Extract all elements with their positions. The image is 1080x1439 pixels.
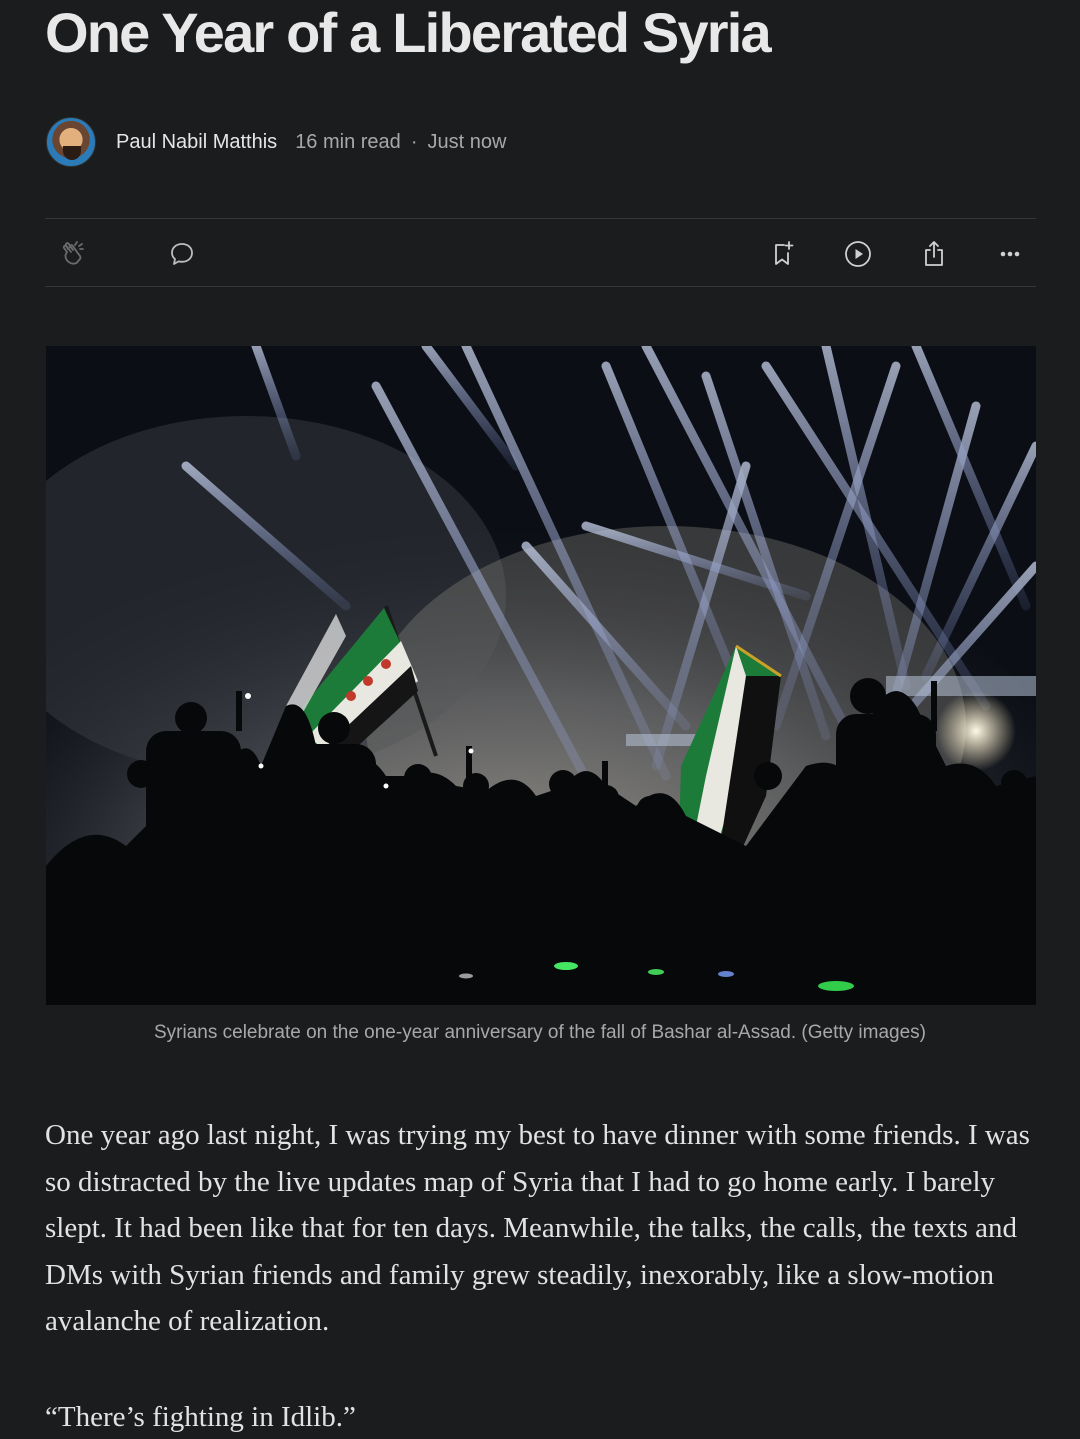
publish-time: Just now bbox=[427, 130, 507, 153]
article-quote: “There’s fighting in Idlib.” bbox=[45, 1401, 356, 1433]
article-title: One Year of a Liberated Syria bbox=[45, 1, 772, 64]
clap-button[interactable] bbox=[53, 234, 93, 274]
article-paragraph: One year ago last night, I was trying my… bbox=[45, 1119, 1030, 1338]
play-icon bbox=[845, 241, 871, 267]
share-button[interactable] bbox=[914, 234, 954, 274]
share-icon bbox=[925, 241, 943, 266]
meta-separator: · bbox=[410, 130, 418, 153]
divider-top bbox=[45, 218, 1036, 219]
divider-bottom bbox=[45, 286, 1036, 287]
hero-image bbox=[46, 346, 1036, 1005]
author-name[interactable]: Paul Nabil Matthis bbox=[116, 131, 277, 154]
article-page: One Year of a Liberated Syria Paul Nabil… bbox=[0, 0, 1080, 1439]
article-action-bar bbox=[45, 220, 1036, 286]
read-time: 16 min read bbox=[295, 130, 401, 153]
comment-icon bbox=[171, 243, 193, 265]
clap-icon bbox=[62, 241, 84, 265]
bookmark-add-icon bbox=[775, 241, 794, 265]
author-avatar[interactable] bbox=[46, 117, 96, 167]
listen-button[interactable] bbox=[838, 234, 878, 274]
celebration-photo bbox=[46, 346, 1036, 1005]
more-icon bbox=[1000, 251, 1020, 257]
save-button[interactable] bbox=[763, 234, 803, 274]
more-button[interactable] bbox=[990, 234, 1030, 274]
byline: Paul Nabil Matthis 16 min read · Just no… bbox=[46, 116, 506, 168]
comment-button[interactable] bbox=[162, 234, 202, 274]
image-caption: Syrians celebrate on the one-year annive… bbox=[154, 1022, 926, 1043]
